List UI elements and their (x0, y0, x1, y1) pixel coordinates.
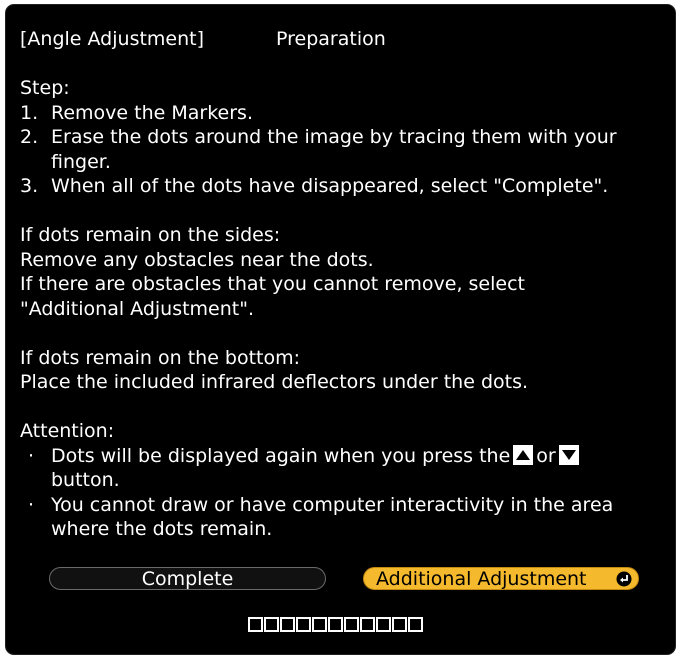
sides-heading: If dots remain on the sides: (20, 224, 281, 246)
instructions: Step: 1. Remove the Markers. 2. Erase the … (20, 76, 660, 542)
progress-box (376, 617, 391, 632)
step-item: 3. When all of the dots have disappeared,… (20, 175, 609, 197)
additional-adjustment-button[interactable]: Additional Adjustment (363, 567, 639, 590)
bottom-heading: If dots remain on the bottom: (20, 346, 301, 369)
sides-text: If there are obstacles that you cannot r… (20, 273, 525, 295)
attention-bullet-continuation: where the dots remain. (51, 518, 273, 540)
attention-bullet: · Dots will be displayed again when you p… (20, 444, 660, 469)
progress-indicator (248, 617, 423, 633)
progress-box (312, 617, 327, 632)
down-arrow-key-icon (558, 444, 579, 465)
dialog-header: [Angle Adjustment] Preparation (20, 27, 386, 51)
steps-heading: Step: (20, 77, 70, 99)
dialog-subtitle: Preparation (276, 28, 386, 50)
sides-text: "Additional Adjustment". (20, 297, 255, 320)
progress-box (328, 617, 343, 632)
progress-box (296, 617, 311, 632)
progress-box (344, 617, 359, 632)
progress-box (360, 617, 375, 632)
progress-box (392, 617, 407, 632)
complete-button[interactable]: Complete (49, 567, 326, 590)
additional-adjustment-button-label: Additional Adjustment (376, 568, 587, 590)
progress-box (264, 617, 279, 632)
step-item: 1. Remove the Markers. (20, 101, 253, 124)
up-arrow-key-icon (513, 444, 534, 465)
attention-heading: Attention: (20, 420, 115, 442)
progress-box (248, 617, 263, 632)
step-item-continuation: finger. (51, 150, 111, 173)
bottom-text: Place the included infrared deflectors u… (20, 371, 529, 393)
dialog-title: [Angle Adjustment] (20, 28, 205, 50)
angle-adjustment-dialog: [Angle Adjustment] Preparation Step: 1. R… (5, 4, 676, 655)
complete-button-label: Complete (141, 568, 234, 590)
progress-box (408, 617, 423, 632)
attention-bullet-continuation: button. (51, 469, 120, 491)
progress-box (280, 617, 295, 632)
sides-text: Remove any obstacles near the dots. (20, 248, 374, 271)
attention-bullet: · You cannot draw or have computer intera… (28, 493, 614, 516)
step-item: 2. Erase the dots around the image by tra… (20, 126, 617, 148)
enter-icon (616, 571, 632, 587)
